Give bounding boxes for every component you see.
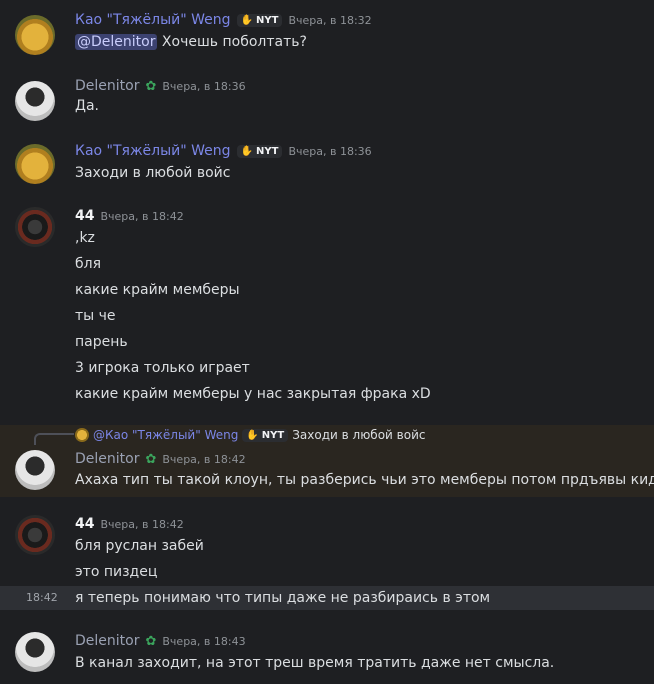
avatar[interactable] — [15, 81, 55, 121]
role-badge[interactable]: ✋ NYT — [242, 428, 289, 442]
message-header: Delenitor ✿ Вчера, в 18:36 — [75, 76, 246, 96]
author-name[interactable]: Као "Тяжёлый" Weng — [75, 12, 231, 28]
author-name[interactable]: Delenitor — [75, 633, 139, 649]
message-text: Ахаха тип ты такой клоун, ты разберись ч… — [75, 472, 654, 488]
message-text: В канал заходит, на этот треш время трат… — [75, 655, 555, 671]
badge-icon: ✋ — [240, 145, 254, 157]
message-text: Заходи в любой войс — [75, 165, 231, 181]
timestamp: Вчера, в 18:36 — [288, 144, 372, 158]
message-header: Као "Тяжёлый" Weng ✋ NYT Вчера, в 18:36 — [75, 141, 372, 161]
clover-icon: ✿ — [145, 78, 157, 94]
message-text: Да. — [75, 98, 99, 114]
avatar[interactable] — [15, 144, 55, 184]
badge-icon: ✋ — [246, 429, 259, 441]
message-header: 44 Вчера, в 18:42 — [75, 206, 184, 226]
message-header: 44 Вчера, в 18:42 — [75, 514, 184, 534]
reply-text: Заходи в любой войс — [292, 428, 426, 442]
message-line: какие крайм мемберы у нас закрытая фрака… — [75, 386, 431, 402]
author-name[interactable]: Delenitor — [75, 78, 139, 94]
reply-author[interactable]: @Као "Тяжёлый" Weng — [93, 428, 238, 442]
avatar[interactable] — [15, 15, 55, 55]
avatar[interactable] — [15, 515, 55, 555]
reply-preview[interactable]: @Као "Тяжёлый" Weng ✋ NYT Заходи в любой … — [75, 427, 425, 443]
clover-icon: ✿ — [145, 451, 157, 467]
message-header: Delenitor ✿ Вчера, в 18:42 — [75, 449, 246, 469]
message-header: Delenitor ✿ Вчера, в 18:43 — [75, 631, 246, 651]
message-line: 3 игрока только играет — [75, 360, 250, 376]
clover-icon: ✿ — [145, 633, 157, 649]
badge-icon: ✋ — [240, 14, 254, 26]
avatar[interactable] — [15, 632, 55, 672]
timestamp: Вчера, в 18:36 — [162, 79, 246, 93]
timestamp: Вчера, в 18:32 — [288, 13, 372, 27]
message-line: парень — [75, 334, 128, 350]
timestamp: Вчера, в 18:42 — [162, 452, 246, 466]
message-line: бля — [75, 256, 102, 272]
timestamp: Вчера, в 18:42 — [100, 517, 184, 531]
message-line: это пиздец — [75, 564, 158, 580]
message-header: Као "Тяжёлый" Weng ✋ NYT Вчера, в 18:32 — [75, 10, 372, 30]
message-line: ,kz — [75, 230, 95, 246]
hover-timestamp: 18:42 — [26, 591, 58, 604]
role-badge[interactable]: ✋ NYT — [236, 13, 283, 27]
message-text: @Delenitor Хочешь поболтать? — [75, 34, 307, 50]
message-line: ты че — [75, 308, 116, 324]
message-line: я теперь понимаю что типы даже не разбир… — [75, 590, 491, 606]
author-name[interactable]: Као "Тяжёлый" Weng — [75, 143, 231, 159]
message-line: бля руслан забей — [75, 538, 204, 554]
author-name[interactable]: Delenitor — [75, 451, 139, 467]
reply-connector — [34, 433, 74, 445]
avatar[interactable] — [15, 207, 55, 247]
role-badge[interactable]: ✋ NYT — [236, 144, 283, 158]
mention[interactable]: @Delenitor — [75, 34, 158, 50]
message-line: какие крайм мемберы — [75, 282, 240, 298]
timestamp: Вчера, в 18:42 — [100, 209, 184, 223]
avatar[interactable] — [15, 450, 55, 490]
author-name[interactable]: 44 — [75, 516, 94, 532]
timestamp: Вчера, в 18:43 — [162, 634, 246, 648]
reply-avatar — [75, 428, 89, 442]
author-name[interactable]: 44 — [75, 208, 94, 224]
